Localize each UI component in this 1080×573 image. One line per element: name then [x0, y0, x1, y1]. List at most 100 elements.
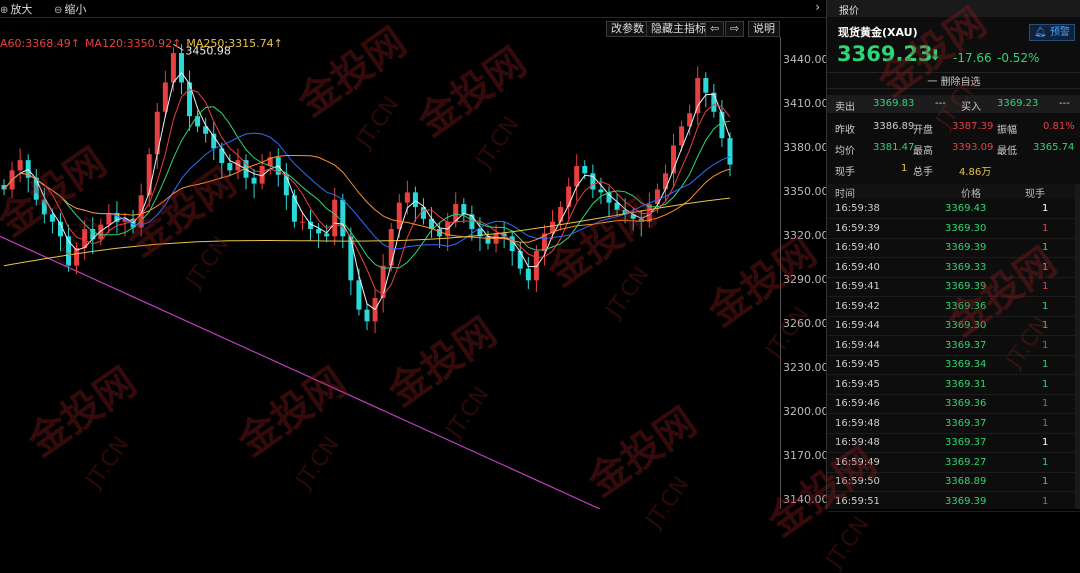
trade-price: 3369.36 [945, 398, 987, 409]
trade-volume: 1 [1042, 359, 1049, 370]
quote-tab-label: 报价 [839, 6, 859, 17]
trade-row: 16:59:44 3369.37 1 [827, 336, 1080, 356]
trade-volume: 1 [1042, 222, 1049, 234]
y-tick-label: 3200.00 [783, 405, 826, 419]
candle-body [227, 163, 233, 171]
y-tick-label: 3380.00 [783, 141, 826, 155]
candle-body [251, 177, 257, 184]
down-arrow-icon: ⬇ [929, 46, 942, 64]
candle-body [332, 199, 338, 237]
trade-price: 3369.30 [945, 222, 987, 234]
trade-volume: 1 [1042, 456, 1049, 468]
candle-body [533, 251, 539, 281]
price-change-percent: -0.52% [997, 51, 1040, 65]
avg-label: 均价 [835, 146, 855, 157]
total-vol-label: 总手 [913, 167, 933, 178]
kline-chart-area[interactable]: 3450.98 ⊕ 放大 ⊖ 缩小 › 改参数 隐藏主指标 ⇦ ⇨ 说明 A60:3… [0, 0, 826, 509]
candle-body [74, 248, 80, 266]
arrow-left-button[interactable]: ⇦ [705, 21, 725, 37]
y-tick-label: 3170.00 [783, 449, 826, 463]
zoom-out-button[interactable]: ⊖ 缩小 [54, 1, 86, 17]
candle-body [17, 160, 23, 171]
sell-label: 卖出 [835, 102, 855, 113]
trade-row: 16:59:49 3369.27 1 [827, 453, 1080, 473]
trades-scrollbar[interactable] [1075, 184, 1080, 509]
trade-volume: 1 [1042, 417, 1049, 429]
trade-volume: 1 [1042, 476, 1049, 487]
zoom-in-label: 放大 [10, 3, 33, 16]
help-button[interactable]: 说明 [748, 21, 780, 37]
sell-price: 3369.83 [873, 98, 915, 109]
candle-body [324, 233, 330, 237]
trade-price: 3369.30 [945, 320, 987, 331]
trade-price: 3369.39 [945, 281, 987, 292]
prev-close-label: 昨收 [835, 125, 855, 136]
y-tick-label: 3410.00 [783, 97, 826, 111]
y-axis-line [780, 37, 781, 509]
candle-body [98, 224, 104, 240]
alert-button[interactable]: 🔔︎ 预警 [1029, 24, 1075, 41]
trades-table-header: 时间 价格 现手 [827, 184, 1080, 200]
trade-time: 16:59:39 [835, 222, 880, 234]
trade-volume: 1 [1042, 300, 1049, 312]
remove-watchlist-button[interactable]: 一 删除自选 [827, 72, 1080, 89]
candle-body [679, 126, 685, 146]
trade-volume: 1 [1042, 495, 1049, 507]
candle-body [348, 236, 354, 281]
amplitude-label: 振幅 [997, 125, 1017, 136]
candle-body [525, 268, 531, 281]
candle-body [582, 165, 588, 174]
trade-time: 16:59:38 [835, 203, 880, 214]
candle-body [461, 204, 467, 215]
candle-body [727, 138, 733, 165]
trade-price: 3369.34 [945, 359, 987, 370]
trendline [0, 235, 601, 509]
y-tick-label: 3290.00 [783, 273, 826, 287]
buy-price: 3369.23 [997, 98, 1039, 109]
bell-icon: 🔔︎ [1034, 27, 1047, 38]
trade-price: 3369.39 [945, 242, 987, 253]
zoom-out-label: 缩小 [64, 3, 87, 16]
y-tick-label: 3350.00 [783, 185, 826, 199]
candle-body [711, 92, 717, 112]
candle-body [558, 207, 564, 222]
avg-value: 3381.47 [873, 142, 915, 153]
trade-price: 3369.27 [945, 456, 987, 468]
low-value: 3365.74 [1033, 142, 1075, 153]
trade-row: 16:59:46 3369.36 1 [827, 394, 1080, 414]
candle-body [695, 78, 701, 114]
trade-price: 3369.33 [945, 261, 987, 273]
candle-body [703, 78, 709, 93]
current-price: 3369.23 [837, 42, 933, 66]
price-change: -17.66 [953, 51, 992, 65]
quote-tab[interactable]: 报价 [827, 0, 1080, 17]
ma120-label: MA120:3350.92↑ [84, 37, 182, 50]
collapse-panel-chevron-icon[interactable]: › [815, 0, 820, 14]
trade-time: 16:59:50 [835, 476, 880, 487]
moving-average-line [3, 88, 731, 296]
ma-legend: A60:3368.49↑ MA120:3350.92↑ MA250:3315.74↑ [0, 37, 288, 50]
candlestick-chart[interactable]: 3450.98 [0, 0, 826, 509]
arrow-right-button[interactable]: ⇨ [725, 21, 745, 37]
chart-indicator-toolbar: 改参数 隐藏主指标 ⇦ ⇨ 说明 [0, 20, 826, 38]
alert-label: 预警 [1049, 27, 1070, 38]
ma250-label: MA250:3315.74↑ [186, 37, 283, 50]
edit-params-button[interactable]: 改参数 [606, 21, 649, 37]
trade-volume: 1 [1042, 378, 1049, 390]
trade-price: 3368.89 [945, 476, 987, 487]
candle-body [291, 195, 297, 222]
hide-indicator-button[interactable]: 隐藏主指标 [646, 21, 711, 37]
th-price: 价格 [961, 189, 981, 200]
trade-row: 16:59:38 3369.43 1 [827, 199, 1080, 219]
candle-body [340, 199, 346, 237]
trade-volume: 1 [1042, 398, 1049, 409]
moving-average-line [3, 155, 731, 243]
trade-row: 16:59:39 3369.30 1 [827, 219, 1080, 239]
trade-price: 3369.37 [945, 339, 987, 351]
trade-time: 16:59:51 [835, 495, 880, 507]
trade-row: 16:59:45 3369.31 1 [827, 375, 1080, 395]
zoom-in-button[interactable]: ⊕ 放大 [0, 1, 32, 17]
quote-panel: 报价 现货黄金(XAU) 🔔︎ 预警 3369.23 ⬇ -17.66 -0.5… [826, 0, 1080, 512]
cur-vol-value: 1 [901, 163, 908, 174]
candle-body [106, 212, 112, 225]
